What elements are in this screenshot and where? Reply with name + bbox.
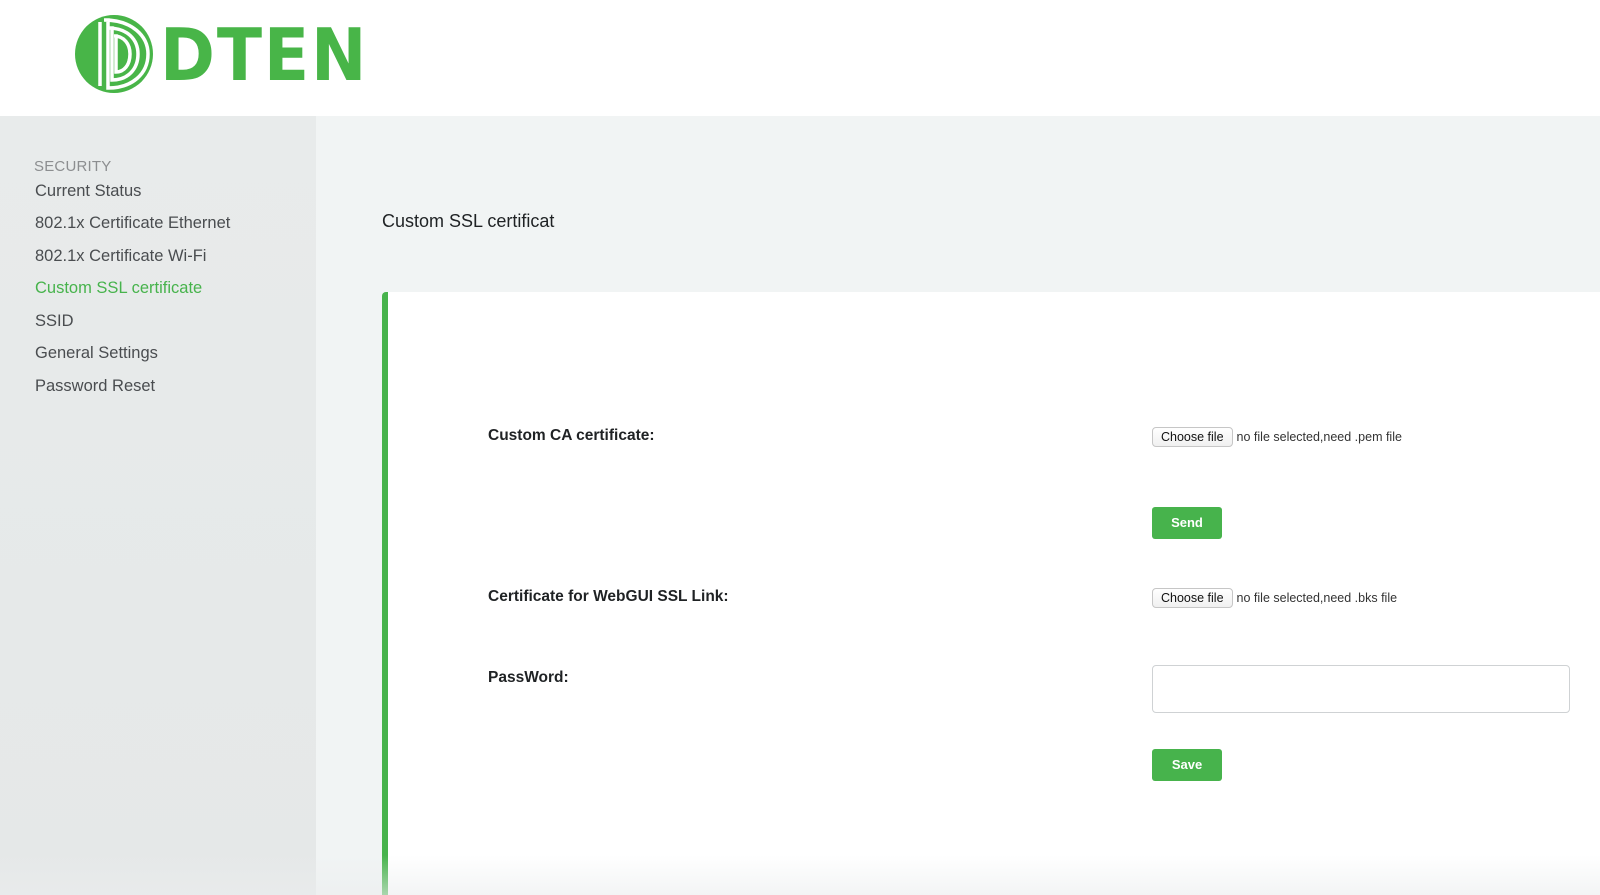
send-button[interactable]: Send [1152, 507, 1222, 539]
page-title: Custom SSL certificat [382, 211, 555, 231]
sidebar-heading: SECURITY [34, 158, 112, 175]
dten-logo-icon [75, 15, 153, 93]
ca-choose-file-button[interactable]: Choose file [1152, 427, 1233, 447]
ssl-form-card: Custom CA certificate: Choose file no fil… [382, 292, 1600, 895]
sidebar-item-general-settings[interactable]: General Settings [35, 344, 158, 363]
webgui-choose-file-button[interactable]: Choose file [1152, 588, 1233, 608]
dten-logo[interactable]: DTEN [74, 12, 366, 98]
ca-certificate-file-input: Choose file no file selected,need .pem fi… [1152, 427, 1402, 449]
logo-wordmark: DTEN [160, 13, 369, 97]
sidebar-item-ssid[interactable]: SSID [35, 312, 74, 331]
ca-file-status: no file selected,need .pem file [1236, 430, 1402, 444]
sidebar-item-current-status[interactable]: Current Status [35, 182, 141, 201]
ca-certificate-label: Custom CA certificate: [488, 427, 655, 444]
save-button[interactable]: Save [1152, 749, 1222, 781]
sidebar-item-password-reset[interactable]: Password Reset [35, 377, 155, 396]
webgui-file-status: no file selected,need .bks file [1236, 591, 1398, 605]
webgui-certificate-file-input: Choose file no file selected,need .bks fi… [1152, 588, 1397, 610]
webgui-certificate-label: Certificate for WebGUI SSL Link: [488, 588, 729, 605]
sidebar-item-custom-ssl[interactable]: Custom SSL certificate [35, 279, 202, 298]
password-input[interactable] [1152, 665, 1570, 713]
password-label: PassWord: [488, 669, 569, 686]
header: DTEN [0, 0, 1600, 116]
sidebar-item-cert-wifi[interactable]: 802.1x Certificate Wi-Fi [35, 247, 206, 266]
sidebar-item-cert-ethernet[interactable]: 802.1x Certificate Ethernet [35, 214, 230, 233]
sidebar: SECURITY Current Status 802.1x Certifica… [0, 116, 316, 895]
main-content: Custom SSL certificat Custom CA certific… [316, 116, 1600, 895]
